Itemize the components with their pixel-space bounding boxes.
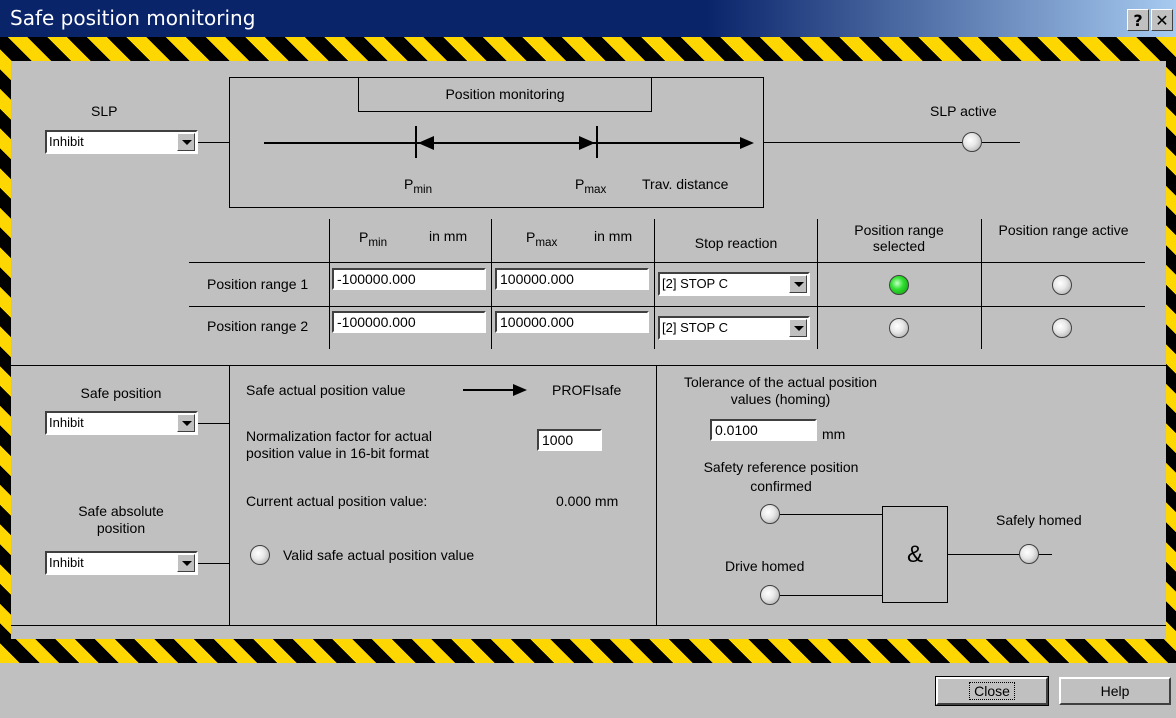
row2-pmax-input[interactable]: 100000.000 (495, 311, 649, 333)
table-divider (189, 306, 1145, 307)
chevron-down-icon[interactable] (177, 414, 195, 432)
row2-selected-led (889, 318, 909, 338)
safe-position-select[interactable]: Inhibit (45, 411, 198, 435)
table-divider (981, 219, 982, 349)
current-position-label: Current actual position value: (246, 493, 428, 509)
dialog-window: Safe position monitoring ? ✕ SLP Inhibit… (0, 0, 1176, 718)
close-button[interactable]: Close (935, 676, 1049, 706)
tolerance-input[interactable]: 0.0100 (710, 419, 817, 441)
safely-homed-led (1019, 544, 1039, 564)
row1-selected-led (889, 275, 909, 295)
section-divider (656, 365, 657, 625)
connector-line (198, 142, 229, 143)
normalization-input[interactable]: 1000 (537, 429, 602, 451)
col-pmin-unit: in mm (429, 228, 468, 244)
row1-stop-select[interactable]: [2] STOP C (658, 272, 810, 296)
chevron-down-icon[interactable] (177, 133, 195, 151)
section-divider (11, 365, 1166, 366)
connector-line (198, 423, 229, 424)
drive-homed-label: Drive homed (725, 558, 805, 574)
row1-label: Position range 1 (207, 276, 309, 292)
col-selected-header: Position range selected (854, 222, 944, 254)
safe-position-value: Inhibit (49, 415, 84, 430)
safely-homed-label: Safely homed (996, 512, 1082, 528)
tolerance-unit: mm (822, 426, 846, 442)
row2-active-led (1052, 318, 1072, 338)
travel-distance-label: Trav. distance (642, 176, 729, 192)
chevron-down-icon[interactable] (177, 554, 195, 572)
connector-line (780, 514, 882, 515)
section-divider (11, 625, 1166, 626)
safe-absolute-label: Safe absolute position (78, 503, 164, 536)
valid-position-label: Valid safe actual position value (283, 547, 475, 563)
safe-position-label: Safe position (80, 385, 162, 401)
help-icon[interactable]: ? (1127, 9, 1149, 31)
chevron-down-icon[interactable] (789, 275, 807, 293)
close-icon[interactable]: ✕ (1151, 9, 1173, 31)
slp-select-value: Inhibit (49, 134, 84, 149)
valid-position-led (250, 545, 270, 565)
slp-active-led (962, 132, 982, 152)
col-pmax-unit: in mm (594, 228, 633, 244)
reference-confirmed-label: Safety reference position confirmed (703, 459, 859, 494)
position-diagram: Position monitoring Pmin Pmax Trav. dist… (229, 77, 764, 208)
table-divider (189, 262, 1145, 263)
row1-stop-value: [2] STOP C (662, 276, 728, 291)
chevron-down-icon[interactable] (789, 319, 807, 337)
safe-absolute-value: Inhibit (49, 555, 84, 570)
tolerance-label: Tolerance of the actual position values … (683, 374, 877, 407)
col-pmin-header: Pmin (359, 229, 388, 249)
row2-pmin-input[interactable]: -100000.000 (332, 311, 486, 333)
table-divider (817, 219, 818, 349)
pmin-label: Pmin (404, 176, 433, 196)
main-panel: SLP Inhibit Position monitoring Pmin Pma… (11, 61, 1166, 639)
safe-absolute-select[interactable]: Inhibit (45, 551, 198, 575)
connector-line (948, 554, 1019, 555)
table-divider (491, 219, 492, 349)
connector-line (198, 563, 229, 564)
window-title: Safe position monitoring (10, 6, 256, 30)
and-gate: & (882, 506, 948, 603)
row2-stop-select[interactable]: [2] STOP C (658, 316, 810, 340)
connector-line (982, 142, 1020, 143)
slp-active-label: SLP active (930, 103, 997, 119)
close-button-label: Close (969, 682, 1015, 700)
arrow-right-icon (463, 384, 527, 396)
connector-line (764, 142, 962, 143)
connector-line (1039, 554, 1052, 555)
row2-label: Position range 2 (207, 318, 309, 334)
row1-pmax-input[interactable]: 100000.000 (495, 268, 649, 290)
slp-select[interactable]: Inhibit (45, 130, 198, 154)
reference-confirmed-led (760, 504, 780, 524)
slp-label: SLP (91, 103, 118, 119)
table-divider (329, 219, 330, 349)
safe-actual-position-label: Safe actual position value (246, 382, 406, 398)
connector-line (780, 595, 882, 596)
section-divider (229, 365, 230, 625)
current-position-value: 0.000 mm (556, 493, 619, 509)
normalization-label: Normalization factor for actual position… (246, 428, 432, 461)
title-bar: Safe position monitoring ? ✕ (0, 0, 1176, 37)
help-button[interactable]: Help (1059, 677, 1171, 705)
pmax-label: Pmax (575, 176, 607, 196)
col-pmax-header: Pmax (526, 229, 558, 249)
col-active-header: Position range active (998, 222, 1129, 238)
profisafe-label: PROFIsafe (552, 382, 622, 398)
col-stop-header: Stop reaction (694, 235, 778, 251)
row1-active-led (1052, 275, 1072, 295)
drive-homed-led (760, 585, 780, 605)
row1-pmin-input[interactable]: -100000.000 (332, 268, 486, 290)
row2-stop-value: [2] STOP C (662, 320, 728, 335)
